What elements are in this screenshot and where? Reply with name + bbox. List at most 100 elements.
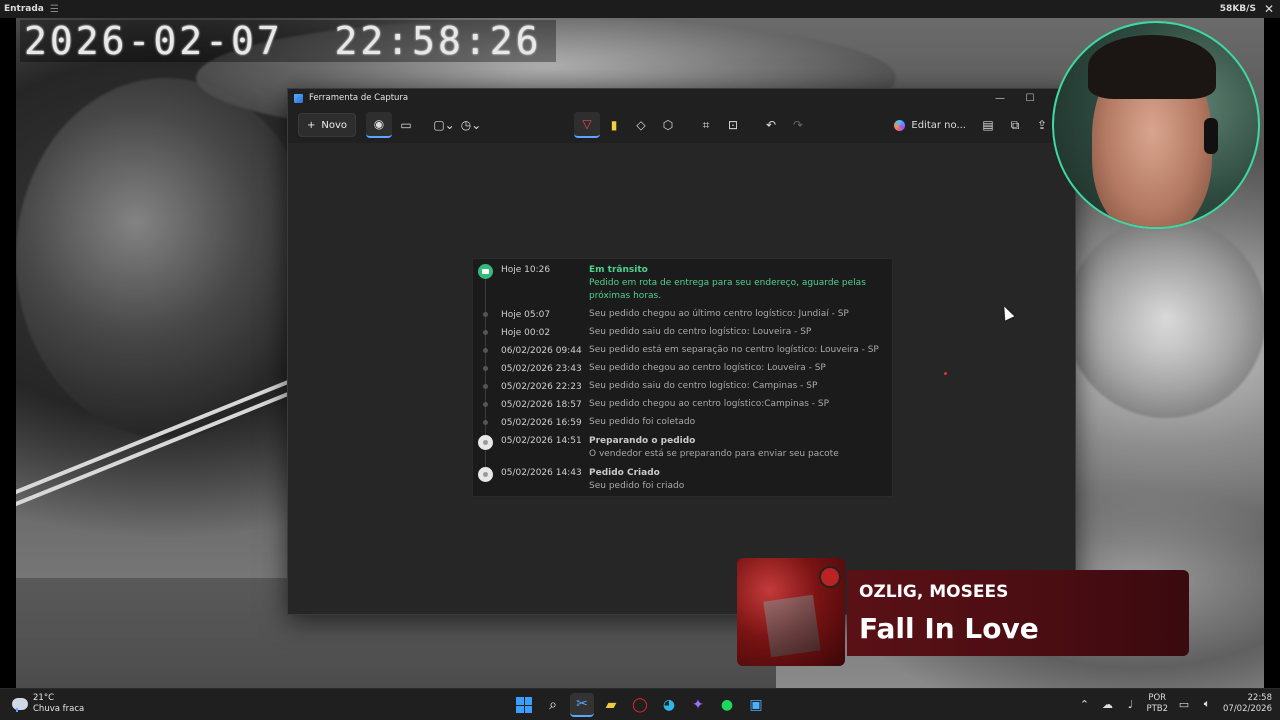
timeline-text: Pedido em rota de entrega para seu ender…	[589, 278, 866, 301]
highlighter-icon[interactable]: ▮	[601, 112, 627, 138]
timeline-dot	[483, 312, 488, 317]
shapes-icon[interactable]: ⬡	[655, 112, 681, 138]
undo-icon[interactable]: ↶	[758, 112, 784, 138]
weather-temp: 21°C	[33, 693, 55, 703]
system-tray: ⌃ ☁ ♩ POR PTB2 ▭ 🔈︎ 22:58 07/02/2026	[1077, 693, 1272, 715]
new-snip-button[interactable]: + Novo	[298, 113, 357, 137]
timeline-dot	[483, 348, 488, 353]
chevron-up-icon[interactable]: ⌃	[1077, 698, 1091, 711]
language-indicator[interactable]: POR PTB2	[1146, 693, 1168, 715]
snip-window-title: Ferramenta de Captura	[309, 93, 409, 103]
timeline-dot	[483, 384, 488, 389]
pen-dot	[944, 372, 947, 375]
clock-time: 22:58	[1247, 693, 1273, 703]
crop-icon[interactable]: ⌗	[693, 112, 719, 138]
start-button[interactable]	[512, 693, 536, 717]
text-actions-icon[interactable]: ⊡	[720, 112, 746, 138]
taskbar-apps: ⌕ ✂ ▰ ◯ ◕ ✦ ● ▣	[512, 693, 768, 717]
edge-icon[interactable]: ◕	[657, 693, 681, 717]
timeline-status: Em trânsito	[589, 265, 648, 275]
menu-icon[interactable]: ☰	[50, 4, 59, 15]
snipping-tool-icon	[294, 93, 303, 103]
opera-icon[interactable]: ◯	[628, 693, 652, 717]
now-playing-overlay: OZLIG, MOSEES Fall In Love	[737, 558, 1189, 666]
windows-icon	[516, 697, 532, 713]
edit-app-icon	[894, 119, 906, 131]
snip-canvas: Hoje 10:26 Em trânsito Pedido em rota de…	[288, 143, 1075, 614]
edit-in-label: Editar no...	[911, 119, 966, 131]
language-code: POR	[1148, 693, 1167, 703]
markup-tools: ▽ ▮ ◇ ⬡ ⌗ ⊡ ↶ ↷	[574, 112, 811, 138]
earphone-icon	[1204, 118, 1218, 154]
timer-icon[interactable]: ◷⌄	[458, 112, 484, 138]
display-icon[interactable]: ▭	[1177, 698, 1191, 711]
plus-icon: +	[307, 119, 316, 131]
mode-tools: ◉ ▭ ▢⌄ ◷⌄	[366, 112, 484, 138]
weather-widget[interactable]: 21°C Chuva fraca	[12, 693, 84, 715]
timeline-content: Preparando o pedido O vendedor está se p…	[589, 435, 885, 461]
snipping-tool-taskbar-icon[interactable]: ✂	[570, 693, 594, 717]
eraser-icon[interactable]: ◇	[628, 112, 654, 138]
timeline-text: Seu pedido foi coletado	[589, 417, 696, 427]
search-icon[interactable]: ⌕	[541, 693, 565, 717]
save-icon[interactable]: ▤	[975, 112, 1001, 138]
maximize-icon[interactable]: ☐	[1015, 89, 1045, 107]
order-created-icon	[478, 467, 493, 482]
timeline-status: Preparando o pedido	[589, 436, 696, 446]
taskbar: 21°C Chuva fraca ⌕ ✂ ▰ ◯ ◕ ✦ ● ▣ ⌃ ☁ ♩ P…	[0, 688, 1280, 720]
output-tools: Editar no... ▤ ⧉ ⇪	[886, 112, 1055, 138]
screenshot-mode-icon[interactable]: ◉	[366, 112, 393, 138]
snip-toolbar: + Novo ◉ ▭ ▢⌄ ◷⌄ ▽ ▮ ◇ ⬡ ⌗ ⊡ ↶ ↷ Editar	[288, 107, 1075, 143]
timeline-dot	[483, 402, 488, 407]
timeline-date: Hoje 05:07	[501, 310, 551, 320]
timeline-date: 05/02/2026 22:23	[501, 382, 582, 392]
weather-text: 21°C Chuva fraca	[33, 693, 84, 715]
album-art	[737, 558, 845, 666]
timeline-dot	[483, 366, 488, 371]
source-window-titlebar: Entrada ☰ 58KB/S ✕	[0, 0, 1280, 18]
timeline-text: Seu pedido saiu do centro logístico: Cam…	[589, 381, 818, 391]
timeline-date: 05/02/2026 14:51	[501, 436, 582, 446]
timeline-text: Seu pedido foi criado	[589, 481, 685, 491]
close-icon[interactable]: ✕	[1264, 2, 1274, 16]
redo-icon[interactable]: ↷	[785, 112, 811, 138]
camera-timestamp: 2026-02-07 22:58:26	[20, 20, 556, 62]
now-playing-artist: OZLIG, MOSEES	[859, 582, 1009, 602]
rectangle-mode-icon[interactable]: ▢⌄	[431, 112, 457, 138]
clock-date: 07/02/2026	[1223, 704, 1272, 714]
rain-cloud-icon	[12, 698, 28, 712]
top-right-area: 58KB/S ✕	[1220, 2, 1280, 16]
camera-app-icon[interactable]: ▣	[744, 693, 768, 717]
video-mode-icon[interactable]: ▭	[393, 112, 419, 138]
timeline-content: Pedido Criado Seu pedido foi criado	[589, 467, 885, 493]
foliage-right	[1066, 218, 1264, 418]
timeline-dot	[483, 420, 488, 425]
copy-icon[interactable]: ⧉	[1002, 112, 1028, 138]
timeline-text: Seu pedido chegou ao centro logístico: L…	[589, 363, 826, 373]
timeline-date: 05/02/2026 18:57	[501, 400, 582, 410]
source-window-title: Entrada	[4, 4, 44, 14]
timeline-date: 05/02/2026 16:59	[501, 418, 582, 428]
timeline-date: Hoje 10:26	[501, 265, 551, 275]
timeline-text: O vendedor está se preparando para envia…	[589, 449, 839, 459]
weather-desc: Chuva fraca	[33, 704, 85, 714]
timeline-date: 05/02/2026 14:43	[501, 468, 582, 478]
edit-in-button[interactable]: Editar no...	[886, 112, 974, 138]
m365-icon[interactable]: ✦	[686, 693, 710, 717]
minimize-icon[interactable]: —	[985, 89, 1015, 107]
spotify-icon[interactable]: ●	[715, 693, 739, 717]
timeline-dot	[483, 330, 488, 335]
streamer-hair	[1088, 35, 1216, 99]
file-explorer-icon[interactable]: ▰	[599, 693, 623, 717]
webcam-overlay	[1052, 21, 1260, 229]
new-snip-label: Novo	[321, 119, 348, 131]
clock[interactable]: 22:58 07/02/2026	[1223, 693, 1272, 715]
volume-icon[interactable]: 🔈︎	[1200, 697, 1214, 711]
timeline-date: Hoje 00:02	[501, 328, 551, 338]
timeline-date: 06/02/2026 09:44	[501, 346, 582, 356]
microphone-icon[interactable]: ♩	[1123, 698, 1137, 711]
network-icon[interactable]: ☁	[1100, 698, 1114, 711]
pen-icon[interactable]: ▽	[574, 112, 600, 138]
timeline-content: Em trânsito Pedido em rota de entrega pa…	[589, 264, 885, 303]
timeline-text: Seu pedido saiu do centro logístico: Lou…	[589, 327, 812, 337]
